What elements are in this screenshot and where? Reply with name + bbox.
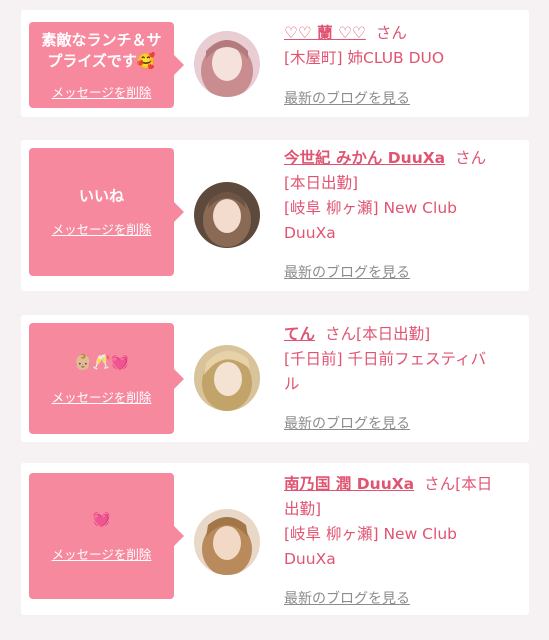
avatar[interactable]: [194, 182, 260, 248]
sender-shop: [千日前] 千日前フェスティバ: [284, 350, 487, 368]
delete-message-link[interactable]: メッセージを削除: [52, 82, 152, 101]
sender-shop-cont: ル: [284, 375, 300, 393]
sender-status: [本日出勤]: [284, 174, 359, 192]
avatar-photo-3: [194, 345, 260, 411]
sender-status: 出勤]: [284, 500, 322, 518]
latest-blog-link[interactable]: 最新のブログを見る: [284, 88, 410, 108]
message-text: 💓: [92, 510, 111, 528]
avatar-photo-1: [194, 31, 260, 97]
sender-shop: [岐阜 柳ヶ瀬] New Club: [284, 199, 457, 217]
message-card: いいね メッセージを削除 今世紀 みかん DuuXa さん [本日出勤] [岐阜 …: [21, 140, 529, 291]
delete-message-link[interactable]: メッセージを削除: [52, 387, 152, 406]
honorific: さん: [375, 24, 407, 42]
delete-message-link[interactable]: メッセージを削除: [52, 219, 152, 238]
avatar[interactable]: [194, 31, 260, 97]
message-card: 素敵なランチ＆サ プライズです🥰 メッセージを削除 ♡♡ 蘭 ♡♡ さん [木屋町…: [21, 10, 529, 117]
honorific: さん[本日: [424, 475, 493, 493]
sender-info: 今世紀 みかん DuuXa さん [本日出勤] [岐阜 柳ヶ瀬] New Club…: [284, 146, 522, 246]
message-bubble: いいね メッセージを削除: [29, 148, 184, 276]
sender-shop: [岐阜 柳ヶ瀬] New Club: [284, 525, 457, 543]
avatar[interactable]: [194, 345, 260, 411]
sender-info: 南乃国 潤 DuuXa さん[本日 出勤] [岐阜 柳ヶ瀬] New Club D…: [284, 472, 522, 572]
sender-name-link[interactable]: 南乃国 潤 DuuXa: [284, 475, 414, 493]
avatar-photo-4: [194, 509, 260, 575]
latest-blog-link[interactable]: 最新のブログを見る: [284, 588, 410, 608]
delete-message-link[interactable]: メッセージを削除: [52, 544, 152, 563]
sender-info: てん さん[本日出勤] [千日前] 千日前フェスティバ ル: [284, 322, 522, 397]
message-bubble: 👶🏼🥂💓 メッセージを削除: [29, 323, 184, 434]
avatar[interactable]: [194, 509, 260, 575]
message-bubble: 💓 メッセージを削除: [29, 473, 184, 599]
message-text: いいね: [78, 187, 124, 205]
sender-shop-cont: DuuXa: [284, 550, 336, 568]
message-bubble: 素敵なランチ＆サ プライズです🥰 メッセージを削除: [29, 22, 184, 108]
message-text: 素敵なランチ＆サ プライズです🥰: [41, 30, 162, 70]
sender-info: ♡♡ 蘭 ♡♡ さん [木屋町] 姉CLUB DUO: [284, 21, 522, 71]
message-card: 👶🏼🥂💓 メッセージを削除 てん さん[本日出勤] [千日前] 千日前フェスティバ…: [21, 315, 529, 442]
latest-blog-link[interactable]: 最新のブログを見る: [284, 262, 410, 282]
sender-shop-cont: DuuXa: [284, 224, 336, 242]
latest-blog-link[interactable]: 最新のブログを見る: [284, 413, 410, 433]
avatar-photo-2: [194, 182, 260, 248]
sender-name-link[interactable]: てん: [284, 325, 315, 343]
honorific: さん: [455, 149, 487, 167]
message-text: 👶🏼🥂💓: [73, 352, 130, 371]
message-card: 💓 メッセージを削除 南乃国 潤 DuuXa さん[本日 出勤] [岐阜 柳ヶ瀬]…: [21, 463, 529, 615]
sender-shop: [木屋町] 姉CLUB DUO: [284, 49, 445, 67]
sender-name-link[interactable]: 今世紀 みかん DuuXa: [284, 149, 445, 167]
honorific: さん[本日出勤]: [325, 325, 431, 343]
sender-name-link[interactable]: ♡♡ 蘭 ♡♡: [284, 24, 366, 42]
